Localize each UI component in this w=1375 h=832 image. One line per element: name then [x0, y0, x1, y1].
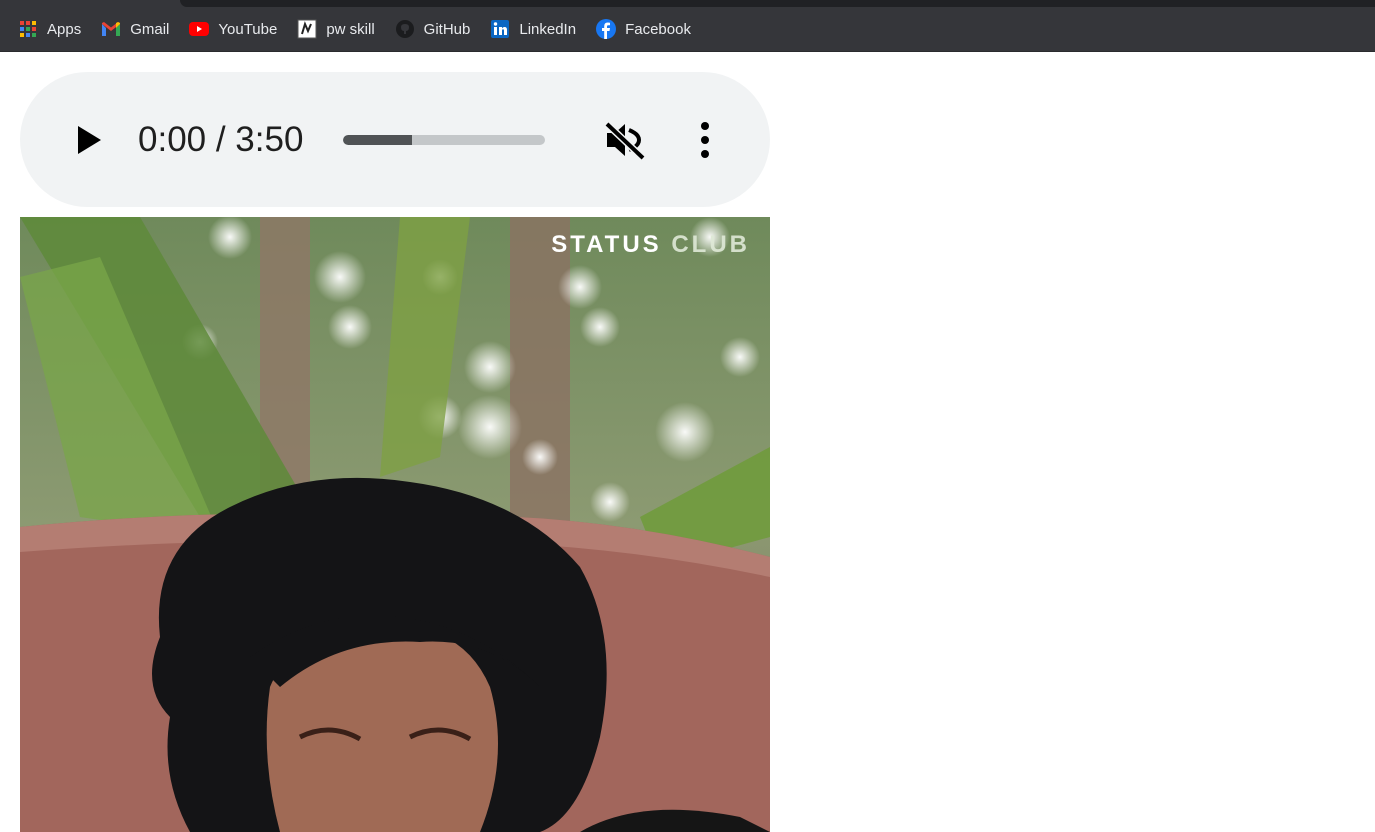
tabstrip-edge — [180, 0, 1375, 7]
volume-muted-icon — [604, 121, 646, 161]
bookmark-label: pw skill — [326, 20, 375, 38]
more-options-button[interactable] — [690, 118, 720, 162]
bookmark-facebook[interactable]: Facebook — [596, 18, 701, 40]
github-icon — [395, 19, 415, 39]
bookmark-label: Facebook — [625, 20, 691, 38]
play-button[interactable] — [68, 120, 108, 160]
seek-buffered — [343, 135, 412, 145]
bookmark-gmail[interactable]: Gmail — [101, 18, 179, 40]
bookmark-apps[interactable]: Apps — [18, 18, 91, 40]
bookmark-github[interactable]: GitHub — [395, 18, 481, 40]
play-icon — [78, 126, 101, 154]
gmail-icon — [101, 19, 121, 39]
facebook-icon — [596, 19, 617, 39]
youtube-icon — [189, 19, 210, 39]
bookmark-linkedin[interactable]: LinkedIn — [490, 18, 586, 40]
video-watermark: STATUS CLUB — [551, 231, 750, 259]
bookmark-label: GitHub — [423, 20, 471, 38]
bookmark-label: YouTube — [218, 20, 278, 38]
watermark-status: STATUS — [551, 231, 662, 258]
video-thumbnail-image — [20, 217, 770, 832]
bookmarks-list: Apps Gmail YouTube pw skill GitHub Linke… — [18, 18, 711, 40]
bookmarks-bar: Apps Gmail YouTube pw skill GitHub Linke… — [0, 0, 1375, 52]
bookmark-pw-skill[interactable]: pw skill — [297, 18, 384, 40]
mute-button[interactable] — [603, 118, 647, 162]
bookmark-label: Gmail — [130, 20, 170, 38]
seek-bar[interactable] — [343, 135, 545, 145]
time-display: 0:00 / 3:50 — [138, 120, 304, 159]
more-vert-icon — [701, 122, 709, 158]
bookmark-label: LinkedIn — [519, 20, 577, 38]
audio-player: 0:00 / 3:50 — [20, 72, 770, 207]
apps-grid-icon — [18, 19, 38, 39]
bookmark-label: Apps — [47, 20, 82, 38]
watermark-club: CLUB — [671, 231, 750, 258]
linkedin-icon — [490, 19, 510, 39]
pw-skill-icon — [297, 19, 317, 39]
bookmark-youtube[interactable]: YouTube — [189, 18, 287, 40]
video-frame[interactable]: STATUS CLUB — [20, 217, 770, 832]
